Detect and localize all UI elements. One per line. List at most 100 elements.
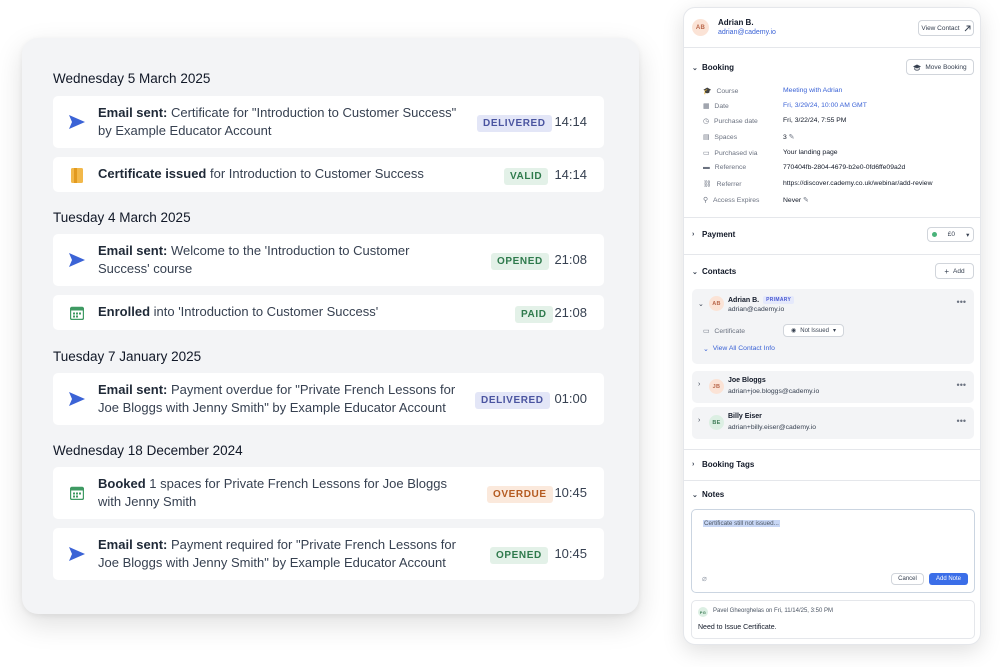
- status-badge: OPENED: [490, 547, 548, 564]
- activity-timeline: Wednesday 5 March 2025 Email sent: Certi…: [22, 38, 639, 614]
- chevron-right-icon: ›: [692, 461, 695, 468]
- view-contact-button[interactable]: View Contact: [918, 20, 974, 36]
- activity-item[interactable]: Email sent: Payment required for "Privat…: [53, 528, 604, 580]
- activity-time: 01:00: [554, 391, 587, 406]
- status-dot: [931, 232, 937, 237]
- avatar: JB: [709, 379, 724, 394]
- move-booking-label: Move Booking: [925, 63, 967, 71]
- caret-down-icon: ▾: [832, 328, 836, 334]
- contact-name: Adrian B.: [728, 296, 760, 304]
- card-icon: ▬: [703, 164, 710, 171]
- activity-text: Booked 1 spaces for Private French Lesso…: [98, 476, 447, 509]
- grid-icon: ▤: [703, 134, 710, 141]
- divider: [684, 449, 980, 450]
- cancel-button[interactable]: Cancel: [891, 573, 924, 585]
- activity-time: 21:08: [554, 305, 587, 320]
- chevron-right-icon[interactable]: ›: [698, 381, 704, 388]
- field-course-value[interactable]: Meeting with Adrian: [783, 87, 842, 94]
- notes-section-toggle[interactable]: ⌄ Notes: [692, 490, 724, 499]
- field-purchase-date-label: ◷ Purchase date: [703, 117, 758, 126]
- calendar-icon: [68, 304, 86, 322]
- certificate-status-dropdown[interactable]: ◉ Not Issued ▾: [783, 324, 844, 337]
- calendar-icon: [68, 484, 86, 502]
- contact-card-primary[interactable]: ⌄ AB Adrian B. PRIMARY adrian@cademy.io …: [692, 289, 974, 364]
- activity-text: Email sent: Payment required for "Privat…: [98, 537, 456, 570]
- day-heading: Tuesday 4 March 2025: [53, 210, 191, 225]
- note-draft-text[interactable]: Certificate still not issued...: [703, 520, 780, 527]
- contact-card[interactable]: › JB Joe Bloggs adrian+joe.bloggs@cademy…: [692, 371, 974, 403]
- activity-text: Email sent: Payment overdue for "Private…: [98, 382, 456, 415]
- contact-email: adrian+billy.eiser@cademy.io: [728, 424, 817, 431]
- field-date-label: ▦ Date: [703, 102, 729, 111]
- activity-item[interactable]: Certificate issued for Introduction to C…: [53, 157, 604, 192]
- chevron-down-icon: ⌄: [703, 346, 709, 353]
- day-heading: Wednesday 5 March 2025: [53, 71, 211, 86]
- booking-tags-section-toggle[interactable]: › Booking Tags: [692, 460, 754, 469]
- contact-email: adrian+joe.bloggs@cademy.io: [728, 388, 820, 395]
- chevron-down-icon: ⌄: [692, 64, 698, 72]
- note-body: Need to Issue Certificate.: [698, 624, 777, 631]
- move-booking-button[interactable]: Move Booking: [906, 59, 974, 75]
- chevron-right-icon[interactable]: ›: [698, 417, 704, 424]
- activity-time: 14:14: [554, 167, 587, 182]
- note-entry: PG Pavel Gheorghelas on Fri, 11/14/25, 3…: [691, 600, 975, 639]
- pencil-icon[interactable]: ✎: [803, 197, 809, 204]
- plus-icon: +: [944, 266, 950, 276]
- more-options-icon[interactable]: •••: [957, 416, 966, 426]
- field-referrer-value[interactable]: https://discover.cademy.co.uk/webinar/ad…: [783, 180, 932, 187]
- graduation-cap-icon: [913, 64, 922, 71]
- note-editor[interactable]: Certificate still not issued... ⌀ Cancel…: [691, 509, 975, 593]
- payment-section-toggle[interactable]: › Payment: [692, 230, 735, 239]
- activity-time: 10:45: [554, 546, 587, 561]
- activity-item[interactable]: Enrolled into 'Introduction to Customer …: [53, 295, 604, 330]
- calendar-icon: ▦: [703, 103, 710, 110]
- more-options-icon[interactable]: •••: [957, 380, 966, 390]
- contact-name-row: Adrian B. PRIMARY: [728, 296, 795, 304]
- booking-section-toggle[interactable]: ⌄ Booking: [692, 63, 734, 72]
- primary-badge: PRIMARY: [763, 296, 795, 304]
- divider: [684, 254, 980, 255]
- activity-item[interactable]: Email sent: Certificate for "Introductio…: [53, 96, 604, 148]
- activity-item[interactable]: Email sent: Welcome to the 'Introduction…: [53, 234, 604, 286]
- contact-name: Joe Bloggs: [728, 377, 766, 384]
- status-badge: PAID: [515, 306, 553, 323]
- add-note-button[interactable]: Add Note: [929, 573, 968, 585]
- certificate-icon: [68, 166, 86, 184]
- activity-text: Email sent: Certificate for "Introductio…: [98, 105, 457, 138]
- view-all-contact-info-link[interactable]: ⌄ View All Contact Info: [703, 345, 775, 353]
- chevron-down-icon: ⌄: [692, 268, 698, 276]
- activity-item[interactable]: Email sent: Payment overdue for "Private…: [53, 373, 604, 425]
- card-icon: ▭: [703, 328, 710, 335]
- certificate-label: ▭ Certificate: [703, 327, 746, 336]
- contacts-section-toggle[interactable]: ⌄ Contacts: [692, 267, 736, 276]
- chevron-right-icon: ›: [692, 231, 695, 238]
- field-reference-value: 770404fb-2804-4679-b2e0-0fd6ffe09a2d: [783, 164, 906, 171]
- pencil-icon[interactable]: ✎: [789, 134, 795, 141]
- field-date-value[interactable]: Fri, 3/29/24, 10:00 AM GMT: [783, 102, 867, 109]
- section-title: Contacts: [702, 267, 737, 276]
- day-heading: Wednesday 18 December 2024: [53, 443, 243, 458]
- avatar: AB: [692, 19, 709, 36]
- contact-email[interactable]: adrian@cademy.io: [718, 29, 776, 36]
- send-icon: [68, 251, 86, 269]
- section-title: Booking: [702, 63, 734, 72]
- eye-icon: ◉: [791, 328, 797, 334]
- field-reference-label: ▬ Reference: [703, 164, 747, 171]
- section-title: Payment: [702, 230, 736, 239]
- graduation-cap-icon: 🎓: [703, 88, 712, 95]
- divider: [684, 217, 980, 218]
- paperclip-icon[interactable]: ⌀: [702, 574, 707, 583]
- send-icon: [68, 390, 86, 408]
- add-contact-button[interactable]: + Add: [935, 263, 974, 279]
- section-title: Booking Tags: [702, 460, 755, 469]
- field-purchase-date-value: Fri, 3/22/24, 7:55 PM: [783, 117, 847, 124]
- more-options-icon[interactable]: •••: [957, 297, 966, 307]
- field-course-label: 🎓 Course: [703, 87, 739, 96]
- contact-card[interactable]: › BE Billy Eiser adrian+billy.eiser@cade…: [692, 407, 974, 439]
- status-badge: VALID: [504, 168, 549, 185]
- payment-status-dropdown[interactable]: £0 ▾: [927, 227, 974, 242]
- chevron-down-icon: ⌄: [692, 491, 698, 499]
- caret-down-icon: ▾: [966, 231, 970, 239]
- activity-item[interactable]: Booked 1 spaces for Private French Lesso…: [53, 467, 604, 519]
- chevron-down-icon[interactable]: ⌄: [698, 300, 704, 308]
